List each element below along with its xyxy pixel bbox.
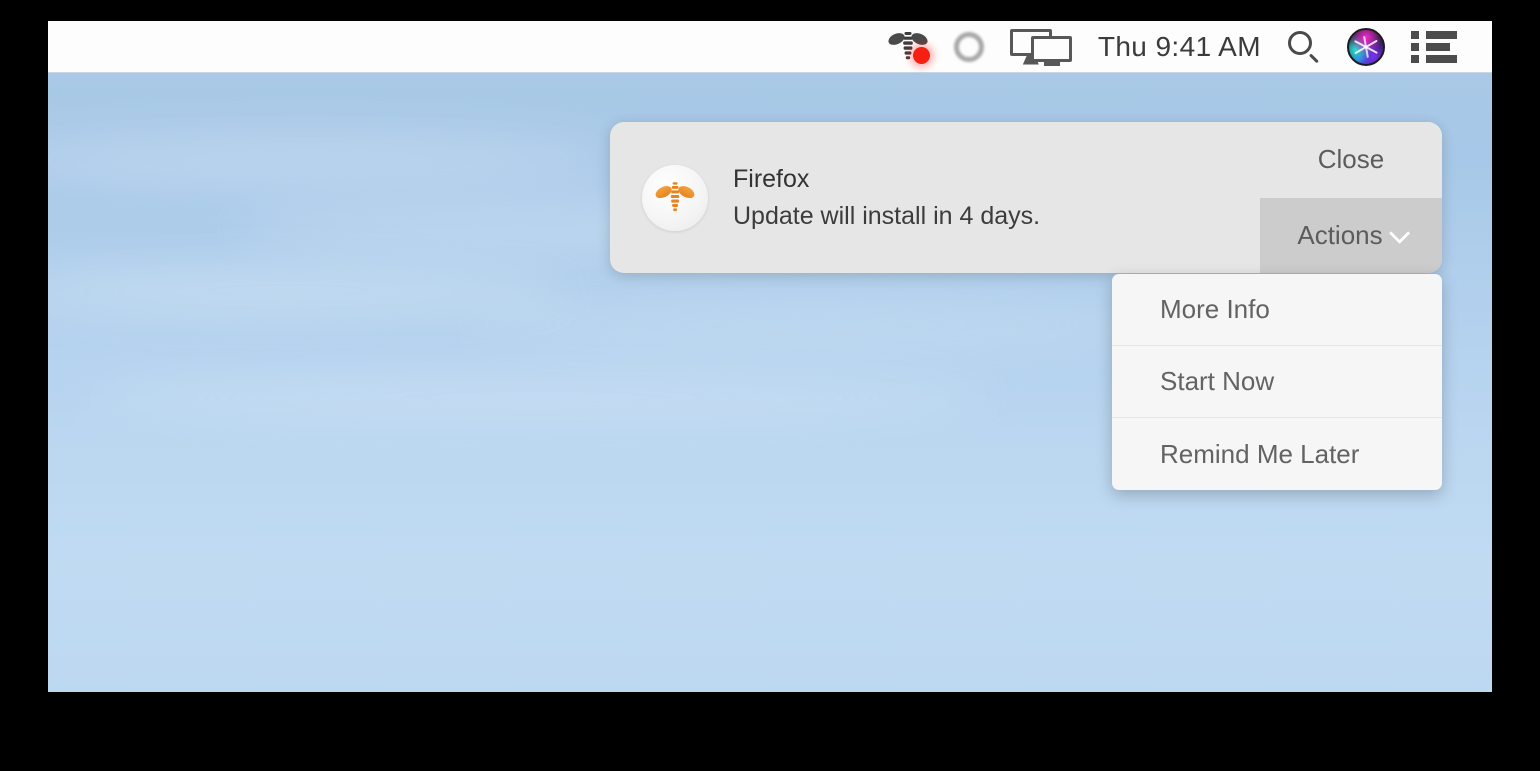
siri-icon	[1347, 27, 1385, 66]
menubar-clock[interactable]: Thu 9:41 AM	[1085, 21, 1274, 73]
displays-icon	[1009, 28, 1072, 66]
sync-ring-icon[interactable]	[941, 21, 997, 73]
siri-button[interactable]	[1334, 21, 1398, 73]
close-button[interactable]: Close	[1260, 122, 1442, 198]
ring-icon	[953, 31, 984, 62]
notification-body: Firefox Update will install in 4 days.	[610, 122, 1260, 273]
bee-icon	[888, 30, 930, 64]
notification-banner[interactable]: Firefox Update will install in 4 days. C…	[610, 122, 1442, 273]
cloud	[88, 373, 988, 421]
menu-item-label: Remind Me Later	[1160, 438, 1360, 469]
bee-app-icon	[642, 164, 708, 231]
bee-status-icon[interactable]	[875, 21, 941, 73]
cloud	[468, 305, 1158, 345]
search-icon	[1287, 30, 1321, 64]
actions-button-label: Actions	[1297, 219, 1383, 250]
notification-message: Update will install in 4 days.	[733, 201, 1041, 230]
spotlight-search-button[interactable]	[1274, 21, 1334, 73]
display-mirroring-icon[interactable]	[997, 21, 1085, 73]
actions-button[interactable]: Actions	[1260, 197, 1442, 273]
unread-badge-dot	[912, 46, 930, 64]
close-button-label: Close	[1317, 144, 1385, 175]
menu-bar: Thu 9:41 AM	[48, 21, 1492, 73]
chevron-down-icon	[1388, 222, 1410, 244]
cloud	[48, 269, 568, 313]
menu-item-remind-me-later[interactable]: Remind Me Later	[1112, 418, 1442, 490]
screen-frame: Thu 9:41 AM Firefox Update will install …	[0, 0, 1540, 771]
notification-buttons: Close Actions	[1260, 122, 1442, 273]
notification-text: Firefox Update will install in 4 days.	[733, 165, 1040, 231]
menu-item-label: More Info	[1160, 294, 1270, 324]
menu-item-start-now[interactable]: Start Now	[1112, 346, 1442, 418]
menu-item-label: Start Now	[1160, 366, 1275, 396]
desktop: Thu 9:41 AM Firefox Update will install …	[48, 21, 1492, 692]
notification-title: Firefox	[733, 164, 810, 193]
cloud	[48, 133, 628, 187]
clock-text: Thu 9:41 AM	[1097, 30, 1261, 62]
list-icon	[1411, 30, 1457, 63]
actions-dropdown-menu[interactable]: More Info Start Now Remind Me Later	[1112, 274, 1442, 490]
menu-item-more-info[interactable]: More Info	[1112, 274, 1442, 346]
notification-center-button[interactable]	[1398, 21, 1470, 73]
